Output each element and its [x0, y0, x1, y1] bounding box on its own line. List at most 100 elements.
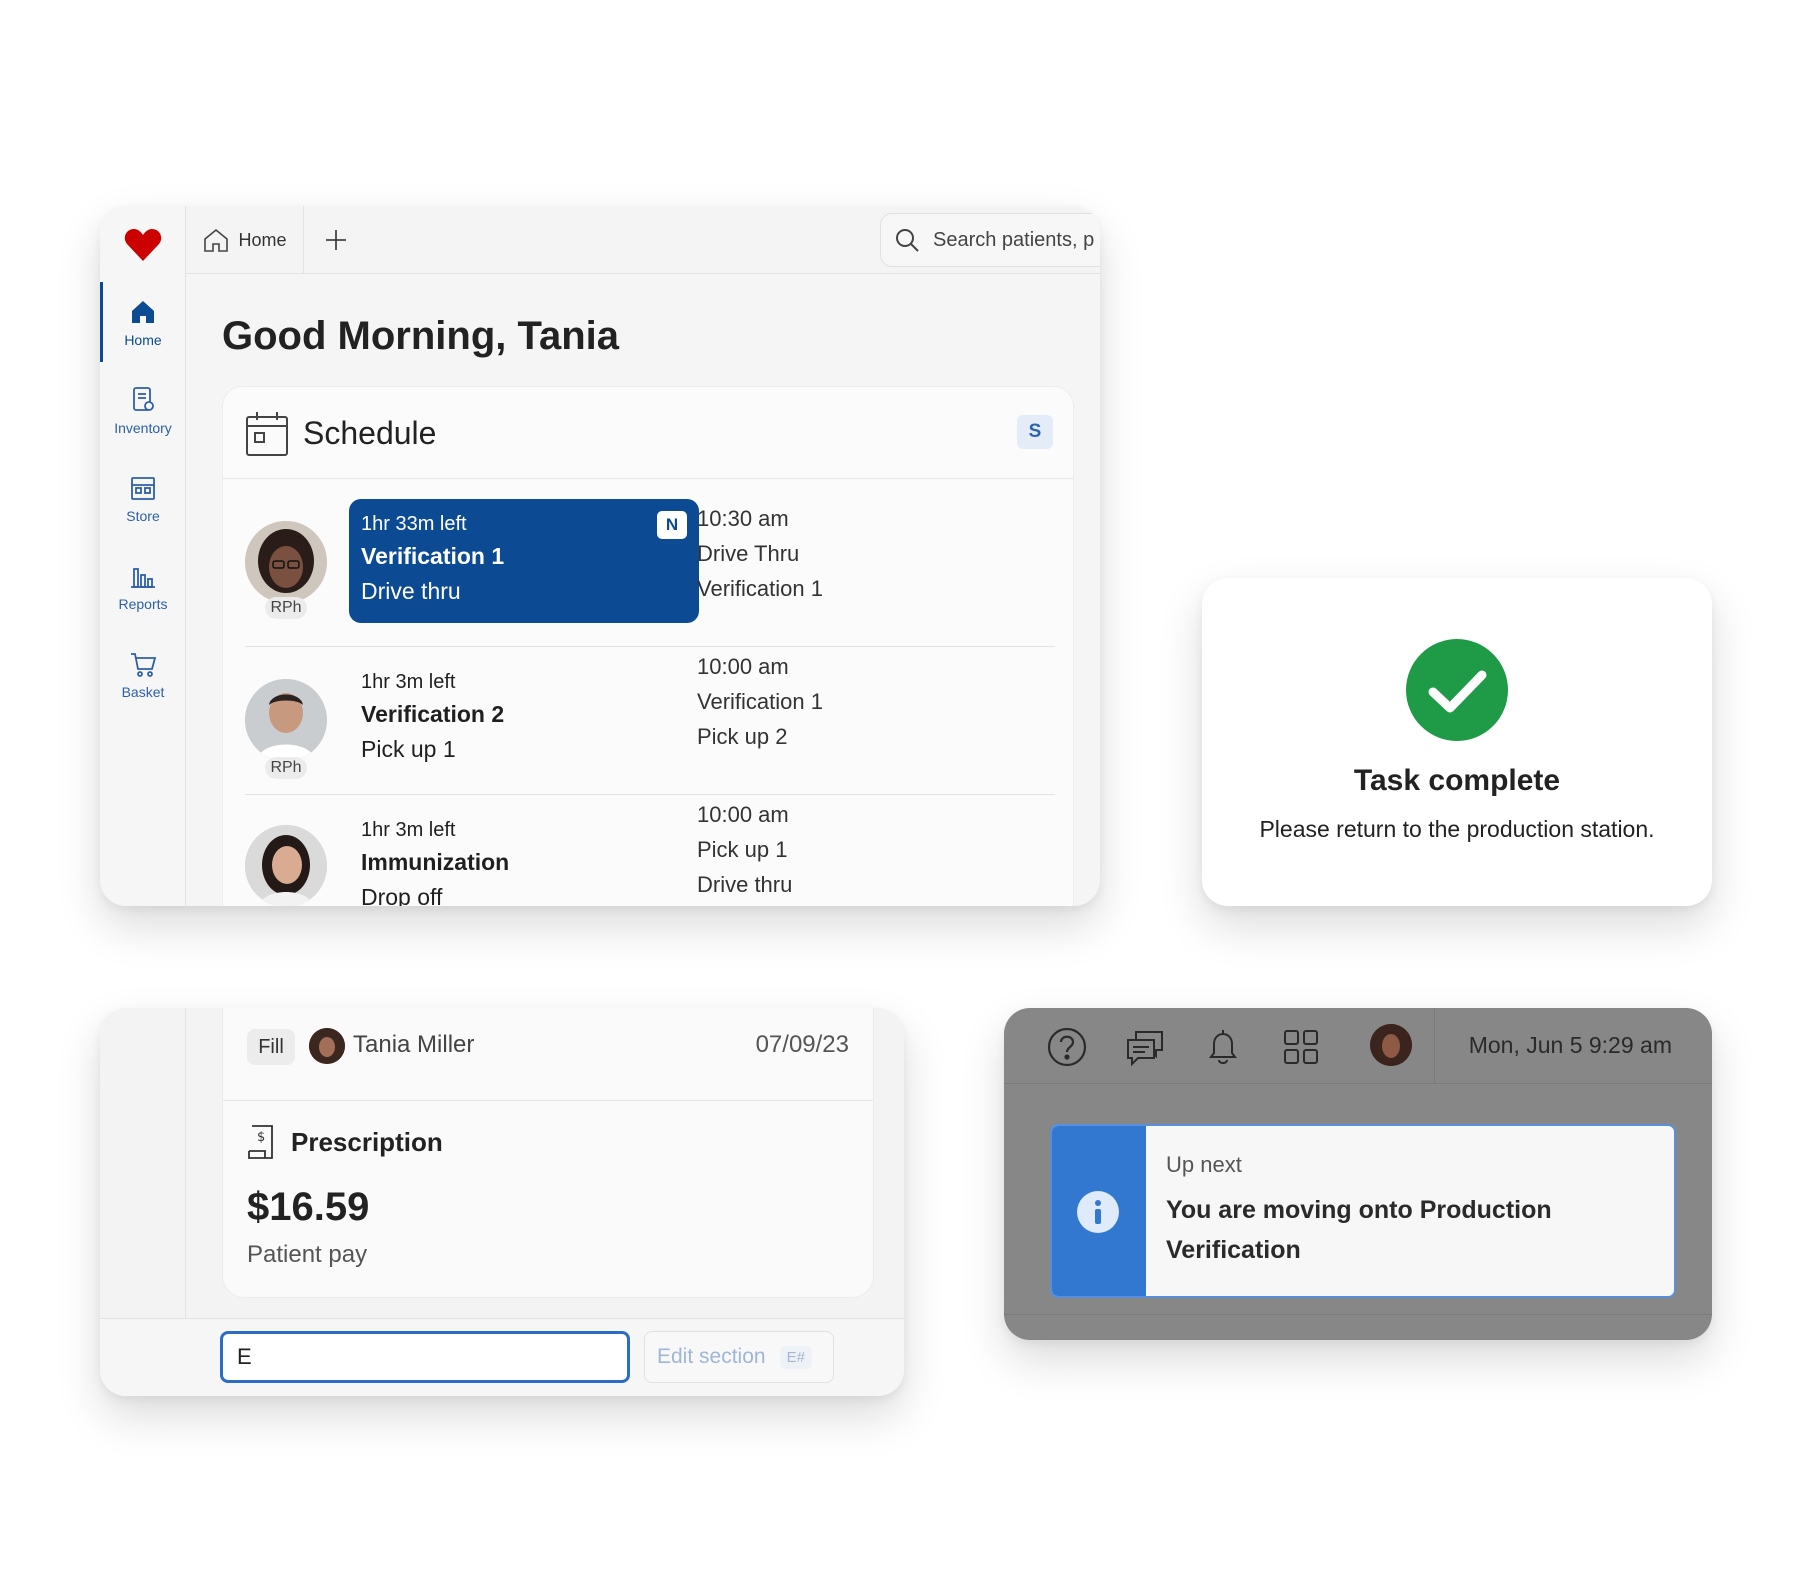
info-icon: [1077, 1191, 1119, 1233]
task-meta: 10:00 am Verification 1 Pick up 2: [697, 649, 823, 754]
sidebar-item-label: Inventory: [114, 419, 172, 436]
schedule-title: Schedule: [303, 415, 437, 451]
prescription-header: Fill Tania Miller 07/09/23: [223, 1008, 873, 1101]
edit-section-button[interactable]: Edit section E#: [644, 1331, 834, 1383]
add-tab-button[interactable]: [318, 222, 354, 258]
tab-label: Home: [238, 229, 287, 250]
sidebar-item-label: Store: [126, 507, 160, 524]
task-subtitle: Drop off: [361, 884, 443, 906]
task-title: Immunization: [361, 849, 510, 875]
time-left: 1hr 3m left: [361, 819, 456, 841]
sidebar-item-store[interactable]: Store: [100, 458, 186, 538]
receipt-icon: $: [248, 1125, 273, 1159]
reports-icon: [131, 567, 155, 588]
task-time: 10:30 am: [697, 506, 789, 531]
task-card[interactable]: 1hr 3m left Verification 2 Pick up 1: [349, 657, 699, 781]
page-title: Good Morning, Tania: [222, 314, 619, 358]
up-next-notification[interactable]: Up next You are moving onto Production V…: [1050, 1124, 1676, 1298]
schedule-row[interactable]: RPh 1hr 33m left Verification 1 Drive th…: [245, 499, 1055, 647]
help-icon[interactable]: [1046, 1026, 1088, 1068]
task-meta-line-2: Pick up 2: [697, 724, 788, 749]
task-meta-line-1: Drive Thru: [697, 541, 800, 566]
sidebar: Home Inventory Store Reports Basket: [100, 206, 186, 906]
schedule-row[interactable]: RPh 1hr 3m left Verification 2 Pick up 1…: [245, 647, 1055, 795]
search-input[interactable]: Search patients, p: [880, 213, 1100, 267]
tab-home[interactable]: Home: [186, 206, 304, 274]
inventory-icon: [133, 386, 154, 411]
command-bar: Edit section E#: [100, 1318, 904, 1396]
time-left: 1hr 33m left: [361, 513, 467, 535]
task-time: 10:00 am: [697, 802, 789, 827]
prescription-card: Fill Tania Miller 07/09/23 $ Prescriptio…: [100, 1008, 904, 1396]
task-meta: 10:00 am Pick up 1 Drive thru: [697, 797, 792, 902]
task-card[interactable]: 1hr 3m left Immunization Drop off: [349, 805, 699, 906]
new-badge: N: [657, 511, 687, 539]
home-card: Home Inventory Store Reports Basket Home: [100, 206, 1100, 906]
avatar: [245, 679, 327, 761]
task-meta-line-1: Verification 1: [697, 689, 823, 714]
home-icon: [132, 300, 154, 323]
date-time: Mon, Jun 5 9:29 am: [1468, 1032, 1672, 1058]
search-icon: [896, 229, 919, 252]
task-time: 10:00 am: [697, 654, 789, 679]
patient-pay-label: Patient pay: [247, 1241, 368, 1268]
task-meta-line-1: Pick up 1: [697, 837, 788, 862]
schedule-header: Schedule S: [223, 387, 1073, 479]
task-complete-message: Please return to the production station.: [1259, 816, 1655, 842]
divider: [1434, 1008, 1435, 1084]
prescription-panel: Fill Tania Miller 07/09/23 $ Prescriptio…: [222, 1008, 874, 1298]
task-title: Verification 2: [361, 701, 505, 727]
top-bar: Mon, Jun 5 9:29 am: [1004, 1008, 1712, 1084]
task-card-active[interactable]: 1hr 33m left Verification 1 Drive thru N: [349, 499, 699, 623]
task-meta-line-2: Drive thru: [697, 872, 793, 897]
search-placeholder: Search patients, p: [933, 228, 1095, 251]
task-subtitle: Drive thru: [361, 578, 461, 604]
schedule-panel: Schedule S RPh 1hr 33m left Verification…: [222, 386, 1074, 906]
plus-icon: [326, 230, 346, 250]
task-meta-line-2: Verification 1: [697, 576, 823, 601]
check-circle-icon: [1406, 639, 1508, 741]
user-name: Tania Miller: [353, 1031, 475, 1058]
divider: [1004, 1314, 1712, 1315]
fill-date: 07/09/23: [755, 1031, 849, 1058]
sidebar: [100, 1008, 186, 1318]
prescription-title: Prescription: [291, 1127, 443, 1157]
edit-section-label: Edit section: [657, 1345, 766, 1368]
command-input[interactable]: [220, 1331, 630, 1383]
up-next-card: Mon, Jun 5 9:29 am Up next You are movin…: [1004, 1008, 1712, 1340]
sidebar-item-inventory[interactable]: Inventory: [100, 370, 186, 450]
store-icon: [131, 476, 155, 500]
avatar: [245, 825, 327, 906]
shortcut-key-badge: E#: [779, 1345, 812, 1369]
shortcut-key-badge: S: [1017, 415, 1053, 449]
role-badge: RPh: [265, 597, 307, 619]
role-badge: RPh: [265, 757, 307, 779]
messages-icon[interactable]: [1124, 1026, 1166, 1068]
sidebar-item-label: Home: [124, 331, 162, 348]
task-complete-card: Task complete Please return to the produ…: [1202, 578, 1712, 906]
avatar: [309, 1028, 345, 1064]
up-next-label: Up next: [1166, 1152, 1242, 1177]
schedule-row[interactable]: 1hr 3m left Immunization Drop off 10:00 …: [245, 795, 1055, 906]
basket-icon: [131, 652, 157, 677]
avatar: [245, 521, 327, 603]
top-bar: Home Search patients, p: [186, 206, 1100, 274]
avatar[interactable]: [1370, 1024, 1412, 1066]
task-subtitle: Pick up 1: [361, 736, 456, 762]
task-title: Verification 1: [361, 543, 505, 569]
sidebar-item-label: Basket: [121, 683, 165, 700]
sidebar-item-reports[interactable]: Reports: [100, 546, 186, 626]
sidebar-item-basket[interactable]: Basket: [100, 634, 186, 714]
sidebar-item-home[interactable]: Home: [100, 282, 186, 362]
heart-logo-icon[interactable]: [124, 228, 162, 262]
fill-chip: Fill: [247, 1029, 295, 1065]
task-meta: 10:30 am Drive Thru Verification 1: [697, 501, 823, 606]
apps-grid-icon[interactable]: [1280, 1026, 1322, 1068]
calendar-icon: [246, 412, 288, 456]
home-outline-icon: [204, 228, 229, 252]
bell-icon[interactable]: [1202, 1026, 1244, 1068]
task-complete-title: Task complete: [1353, 764, 1561, 797]
time-left: 1hr 3m left: [361, 671, 456, 693]
up-next-message: You are moving onto Production Verificat…: [1166, 1196, 1552, 1264]
sidebar-item-label: Reports: [118, 595, 168, 612]
